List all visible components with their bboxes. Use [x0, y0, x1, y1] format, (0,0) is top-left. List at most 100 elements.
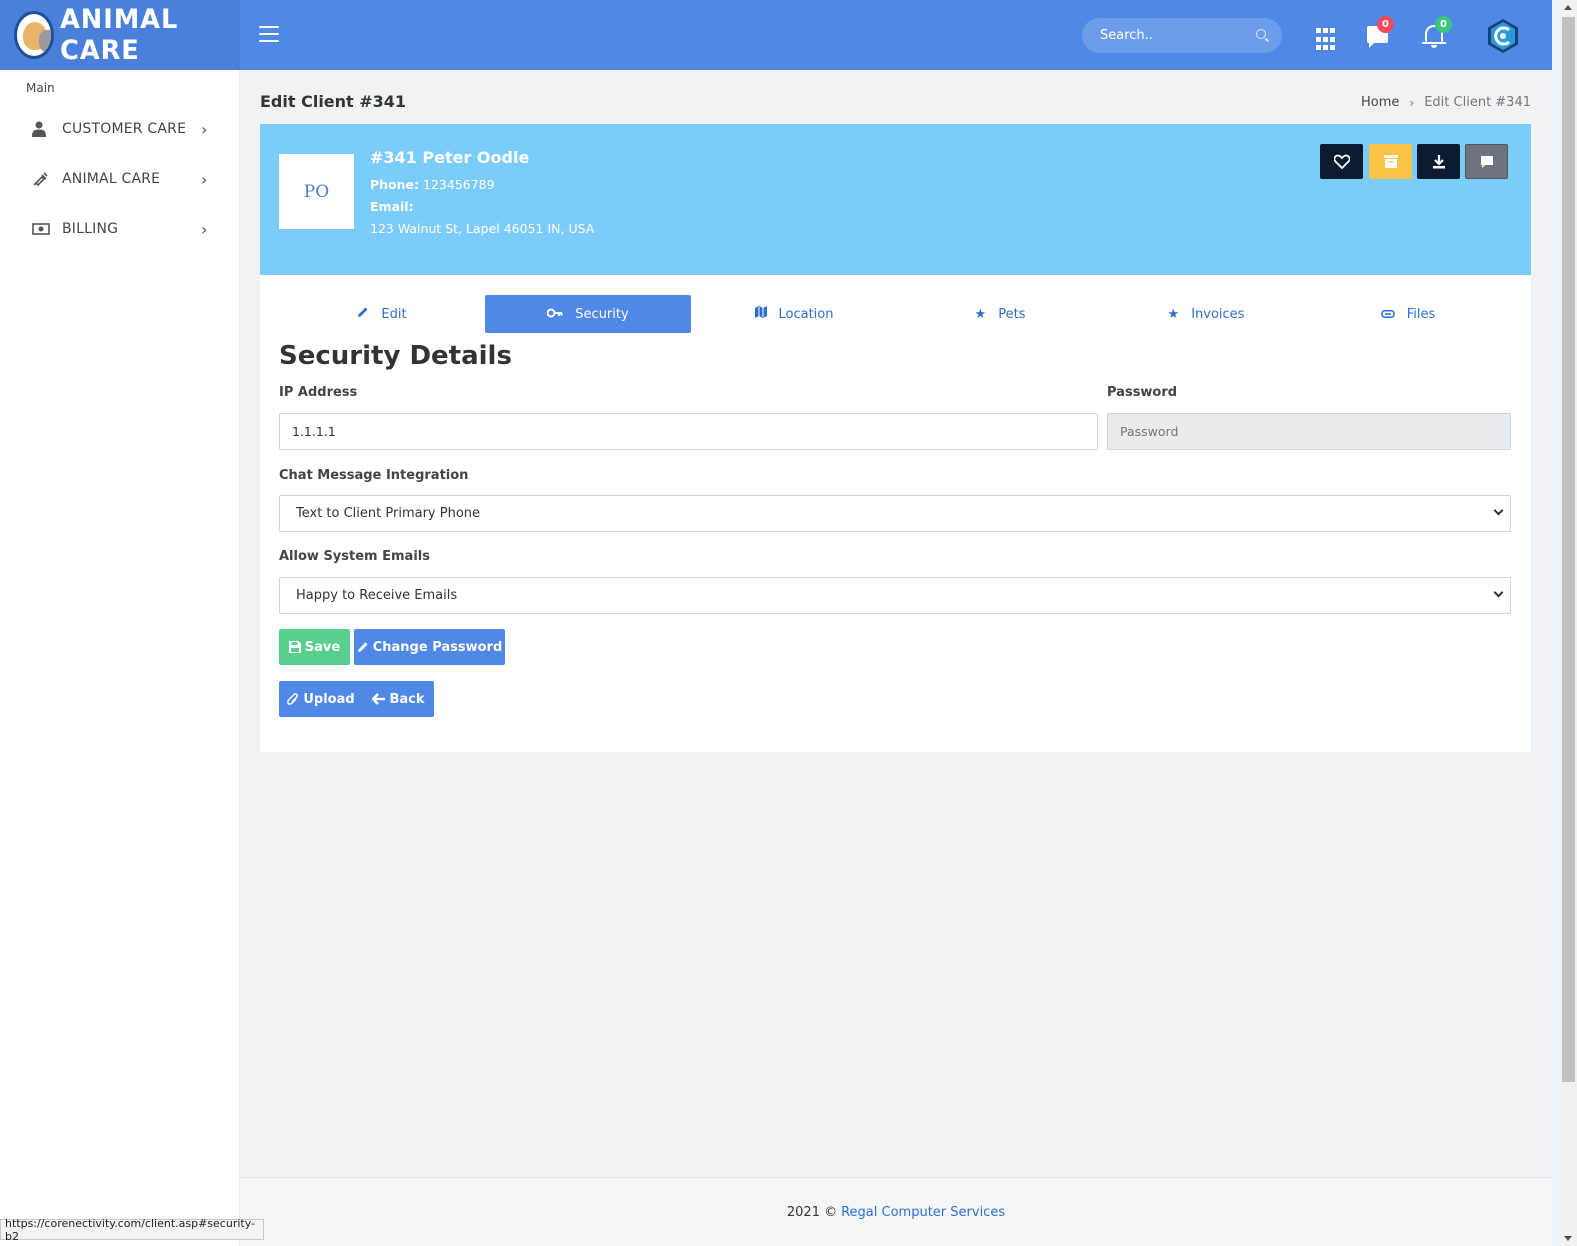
star-icon: ★: [1167, 306, 1180, 322]
favorite-button[interactable]: [1320, 144, 1363, 179]
tab-invoices[interactable]: ★ Invoices: [1103, 295, 1309, 333]
section-title: Security Details: [279, 341, 512, 371]
chevron-down-icon: [1493, 587, 1504, 598]
client-name: #341 Peter Oodle: [370, 148, 530, 167]
brand[interactable]: ANIMAL CARE: [0, 0, 240, 70]
tab-label: Location: [778, 306, 834, 322]
page-title: Edit Client #341: [260, 92, 407, 111]
breadcrumb: Home › Edit Client #341: [1361, 95, 1531, 110]
browser-status-url: https://corenectivity.com/client.asp#sec…: [0, 1217, 264, 1243]
scroll-down-arrow-icon[interactable]: [1564, 1236, 1572, 1241]
upload-button[interactable]: Upload: [279, 681, 363, 717]
star-icon: ★: [974, 306, 987, 322]
chevron-right-icon: ›: [201, 219, 208, 239]
client-avatar: PO: [279, 154, 354, 229]
sidebar-item-label: BILLING: [62, 221, 119, 237]
page-footer: 2021 © Regal Computer Services: [240, 1177, 1552, 1246]
sidebar-item-animal-care[interactable]: ANIMAL CARE ›: [0, 159, 240, 199]
client-phone: Phone: 123456789: [370, 177, 495, 192]
tab-label: Pets: [998, 306, 1026, 322]
archive-button[interactable]: [1369, 144, 1412, 179]
sidebar-item-label: ANIMAL CARE: [62, 171, 161, 187]
notifications-count-badge: 0: [1435, 16, 1452, 33]
sidebar-item-billing[interactable]: BILLING ›: [0, 209, 240, 249]
user-avatar[interactable]: [1484, 17, 1522, 55]
top-navbar: ANIMAL CARE 0 0: [0, 0, 1552, 70]
password-field[interactable]: [1107, 413, 1511, 450]
footer-company-link[interactable]: Regal Computer Services: [841, 1205, 1005, 1220]
chat-integration-value: Text to Client Primary Phone: [296, 506, 481, 521]
system-emails-select[interactable]: Happy to Receive Emails: [279, 577, 1511, 614]
paperclip-icon: [287, 692, 299, 705]
vertical-scrollbar[interactable]: [1560, 0, 1577, 1246]
money-icon: [32, 221, 50, 237]
user-icon: [32, 121, 48, 137]
client-email: Email:: [370, 199, 414, 214]
floppy-disk-icon: [288, 641, 301, 653]
save-button-label: Save: [304, 639, 341, 655]
chat-integration-select[interactable]: Text to Client Primary Phone: [279, 495, 1511, 532]
tab-label: Edit: [381, 306, 407, 322]
menu-toggle-icon[interactable]: [259, 26, 279, 42]
comment-icon: [1480, 155, 1493, 168]
chevron-down-icon: [1493, 505, 1504, 516]
password-label: Password: [1107, 385, 1178, 400]
upload-back-button-group: Upload Back: [279, 681, 434, 717]
save-button[interactable]: Save: [279, 629, 350, 665]
messages-count-badge: 0: [1377, 16, 1394, 33]
system-emails-value: Happy to Receive Emails: [296, 588, 458, 603]
tab-location[interactable]: Location: [691, 295, 897, 333]
heart-icon: [1333, 154, 1350, 169]
map-icon: [754, 306, 767, 322]
tab-files[interactable]: Files: [1305, 295, 1511, 333]
back-button[interactable]: Back: [363, 681, 434, 717]
client-email-label: Email:: [370, 199, 414, 214]
change-password-button[interactable]: Change Password: [354, 629, 505, 665]
sidebar: Main CUSTOMER CARE › ANIMAL CARE › BILLI…: [0, 70, 240, 1246]
client-phone-label: Phone:: [370, 177, 420, 192]
tab-pets[interactable]: ★ Pets: [897, 295, 1103, 333]
search-icon[interactable]: [1256, 29, 1266, 39]
pencil-icon: [357, 306, 369, 322]
chat-integration-label: Chat Message Integration: [279, 468, 469, 483]
breadcrumb-home-link[interactable]: Home: [1361, 95, 1399, 110]
tab-edit[interactable]: Edit: [279, 295, 485, 333]
system-emails-label: Allow System Emails: [279, 549, 430, 564]
brand-logo: [14, 11, 55, 59]
scroll-up-arrow-icon[interactable]: [1564, 5, 1572, 10]
ip-address-input[interactable]: [279, 413, 1098, 450]
chevron-right-icon: ›: [201, 169, 208, 189]
arrow-left-icon: [372, 693, 386, 705]
brand-name: ANIMAL CARE: [60, 4, 179, 66]
apps-grid-icon[interactable]: [1316, 28, 1340, 52]
ip-address-label: IP Address: [279, 385, 358, 400]
client-profile-banner: PO #341 Peter Oodle Phone: 123456789 Ema…: [260, 124, 1531, 275]
comment-button[interactable]: [1465, 144, 1508, 179]
download-icon: [1432, 154, 1445, 168]
client-address: 123 Walnut St, Lapel 46051 IN, USA: [370, 221, 595, 236]
client-edit-card: Edit Security Location ★ Pets ★ Invoices…: [260, 275, 1531, 752]
tab-security[interactable]: Security: [485, 295, 691, 333]
breadcrumb-current: Edit Client #341: [1424, 95, 1531, 110]
footer-copyright: 2021 ©: [786, 1204, 838, 1220]
upload-button-label: Upload: [303, 691, 355, 707]
chevron-right-icon: ›: [201, 119, 208, 139]
syringe-icon: [32, 171, 48, 187]
tab-label: Security: [575, 306, 629, 322]
sidebar-section-label: Main: [26, 81, 55, 95]
pencil-icon: [357, 642, 368, 652]
back-button-label: Back: [389, 691, 425, 707]
change-password-button-label: Change Password: [372, 639, 503, 655]
tab-label: Files: [1406, 306, 1436, 322]
key-icon: [546, 307, 563, 322]
tab-label: Invoices: [1191, 306, 1245, 322]
sidebar-item-label: CUSTOMER CARE: [62, 121, 187, 137]
sidebar-item-customer-care[interactable]: CUSTOMER CARE ›: [0, 109, 240, 149]
archive-icon: [1383, 155, 1398, 168]
search-box[interactable]: [1082, 18, 1282, 53]
client-phone-value: 123456789: [423, 177, 495, 192]
search-input[interactable]: [1100, 28, 1250, 43]
download-button[interactable]: [1417, 144, 1460, 179]
scrollbar-thumb[interactable]: [1562, 17, 1575, 1082]
breadcrumb-separator-icon: ›: [1409, 95, 1415, 110]
